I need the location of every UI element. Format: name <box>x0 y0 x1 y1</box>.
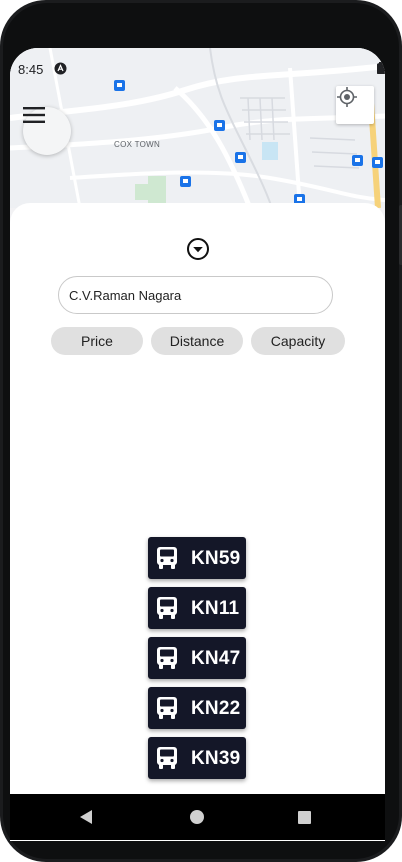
bus-item[interactable]: KN22 <box>148 687 246 729</box>
bus-icon <box>157 547 177 569</box>
filter-chip-distance[interactable]: Distance <box>151 327 243 355</box>
bus-item[interactable]: KN47 <box>148 637 246 679</box>
crosshair-icon <box>337 87 357 107</box>
status-time: 8:45 <box>18 62 44 77</box>
my-location-button[interactable] <box>336 86 374 124</box>
bus-code: KN39 <box>191 748 241 769</box>
screen: COX TOWN 8:45 C.V.Raman Nagara Price Dis… <box>10 48 385 841</box>
status-bar: 8:45 <box>10 60 385 82</box>
map-label-area: COX TOWN <box>114 140 161 149</box>
battery-icon <box>377 62 384 74</box>
bus-item[interactable]: KN59 <box>148 537 246 579</box>
bus-item[interactable]: KN11 <box>148 587 246 629</box>
search-input-value: C.V.Raman Nagara <box>69 287 182 303</box>
back-icon[interactable] <box>80 810 92 824</box>
menu-button[interactable] <box>23 107 71 155</box>
search-input[interactable]: C.V.Raman Nagara <box>58 276 333 314</box>
bus-code: KN47 <box>191 648 241 669</box>
map-view[interactable]: COX TOWN 8:45 <box>10 48 385 208</box>
bus-icon <box>157 647 177 669</box>
bus-icon <box>157 747 177 769</box>
collapse-chevron-icon[interactable] <box>186 237 210 261</box>
app-notification-icon <box>54 62 67 75</box>
bus-code: KN22 <box>191 698 241 719</box>
bottom-sheet: C.V.Raman Nagara Price Distance Capacity… <box>10 203 385 841</box>
bus-code: KN59 <box>191 548 241 569</box>
bus-icon <box>157 697 177 719</box>
filter-chips: Price Distance Capacity <box>51 327 345 355</box>
hamburger-icon <box>23 107 45 123</box>
filter-chip-price[interactable]: Price <box>51 327 143 355</box>
filter-chip-capacity[interactable]: Capacity <box>251 327 345 355</box>
bus-item[interactable]: KN39 <box>148 737 246 779</box>
bus-icon <box>157 597 177 619</box>
system-navigation-bar <box>10 794 385 840</box>
bus-code: KN11 <box>191 598 240 619</box>
recent-apps-icon[interactable] <box>298 811 311 824</box>
home-icon[interactable] <box>190 810 204 824</box>
